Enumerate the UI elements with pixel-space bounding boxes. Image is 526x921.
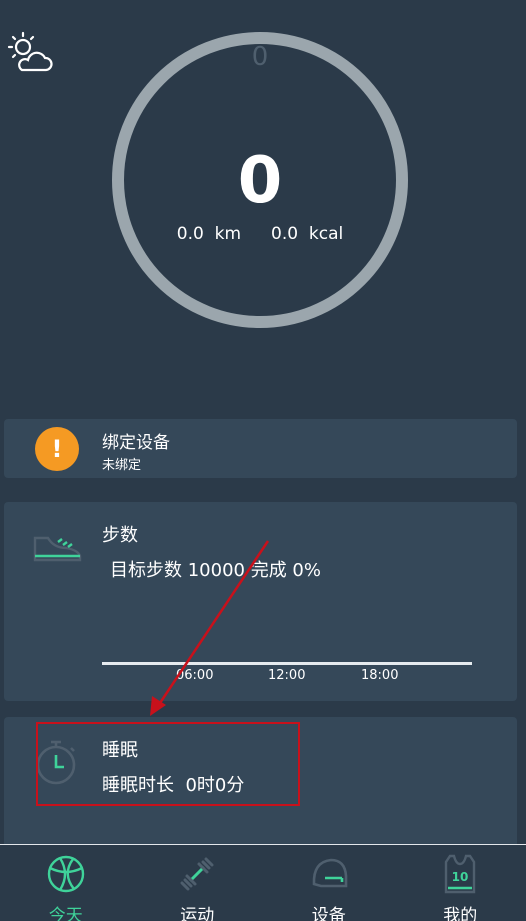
dumbbell-icon [180, 857, 214, 891]
tick-label: 18:00 [361, 668, 399, 683]
tab-mine[interactable]: 10 我的 [395, 845, 526, 921]
tick-label: 06:00 [176, 668, 214, 683]
tab-today[interactable]: 今天 [0, 845, 132, 921]
bind-device-title: 绑定设备 [102, 433, 170, 453]
basketball-icon [47, 855, 84, 893]
helmet-icon [312, 858, 348, 888]
step-progress-ring: 0 0 0.0 km 0.0 kcal [110, 30, 410, 330]
warning-icon: ! [35, 427, 79, 471]
step-count: 0 [237, 144, 283, 218]
tab-device[interactable]: 设备 [263, 845, 395, 921]
jersey-number: 10 [452, 870, 469, 884]
tab-label: 运动 [180, 906, 215, 921]
partly-cloudy-icon[interactable] [6, 30, 54, 78]
tab-label: 今天 [48, 906, 83, 921]
steps-title: 步数 [102, 525, 138, 546]
steps-card[interactable]: 步数 目标步数 10000 完成 0% 06:00 12:00 18:00 [4, 502, 517, 701]
jersey-icon: 10 [445, 854, 476, 894]
tab-label: 我的 [443, 906, 478, 921]
tab-label: 设备 [311, 906, 346, 921]
steps-chart-axis [102, 662, 472, 665]
calories-value: 0.0 kcal [271, 224, 344, 244]
bind-device-card[interactable]: ! 绑定设备 未绑定 [4, 419, 517, 478]
tick-label: 12:00 [268, 668, 306, 683]
annotation-highlight-box [36, 722, 300, 806]
steps-goal-text: 目标步数 10000 完成 0% [110, 560, 321, 581]
bind-status: 未绑定 [102, 458, 142, 473]
ring-top-value: 0 [251, 42, 269, 72]
tab-sport[interactable]: 运动 [132, 845, 264, 921]
bottom-tab-bar: 今天 运动 设备 10 我的 [0, 844, 526, 921]
sneaker-icon [33, 536, 82, 562]
distance-value: 0.0 km [176, 224, 242, 244]
